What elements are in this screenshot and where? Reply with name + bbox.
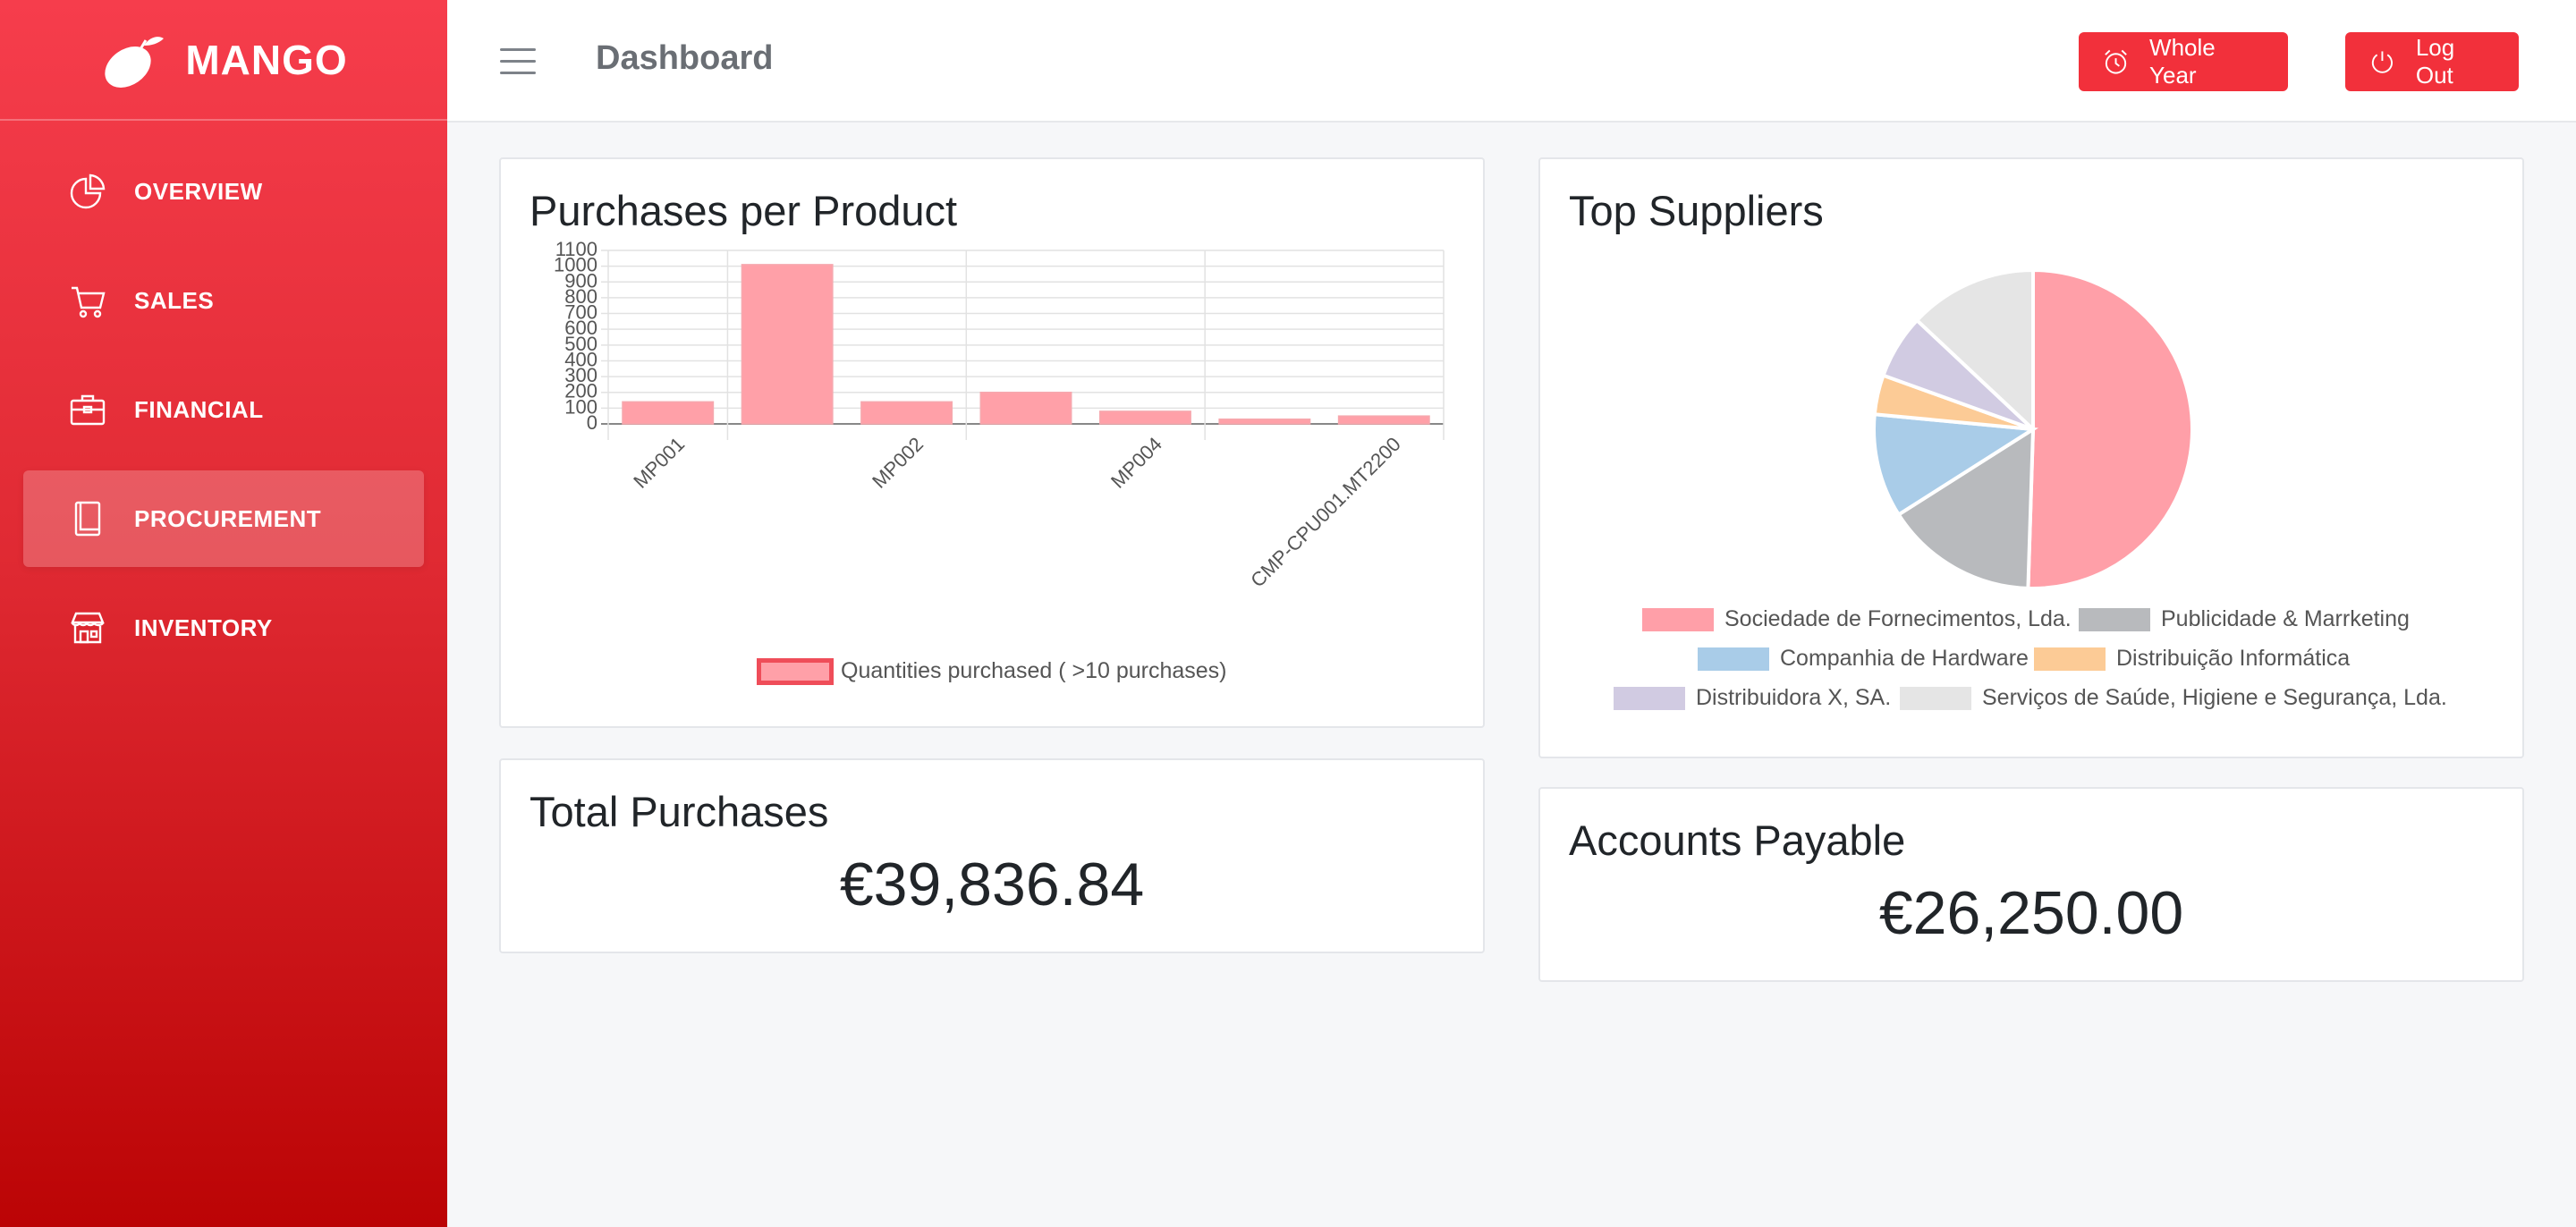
sidebar-item-label: FINANCIAL [134, 395, 264, 423]
legend-swatch [1642, 607, 1714, 631]
y-tick-label: 1100 [555, 238, 597, 260]
legend-label: Distribuição Informática [2116, 646, 2351, 671]
book-icon [68, 499, 107, 538]
total-purchases-card: Total Purchases €39,836.84 [499, 758, 1485, 953]
legend-swatch [2079, 607, 2150, 631]
log-out-label: Log Out [2415, 34, 2455, 89]
briefcase-icon [68, 390, 107, 429]
legend-label: Quantities purchased ( >10 purchases) [841, 658, 1227, 683]
purchases-per-product-card: Purchases per Product 0 100 200 300 400 500 60… [499, 157, 1485, 728]
purchases-bar-chart: 010020030040050060070080090010001100MP00… [554, 238, 1445, 592]
legend-label: Distribuidora X, SA. [1696, 685, 1892, 710]
sidebar-nav: OVERVIEW SALES FINANCIAL PROCUREMENT INV… [0, 121, 447, 676]
accounts-payable-card: Accounts Payable €26,250.00 [1538, 787, 2524, 982]
sidebar-item-inventory[interactable]: INVENTORY [23, 580, 424, 676]
card-title: Accounts Payable [1569, 817, 1906, 864]
pie-slice [2026, 267, 2194, 590]
alarm-clock-icon [2105, 49, 2127, 74]
x-tick-label: MP002 [868, 433, 928, 493]
bar [860, 401, 953, 425]
sidebar-item-label: OVERVIEW [134, 177, 263, 205]
bar [1218, 418, 1311, 425]
whole-year-button[interactable]: Whole Year [2079, 32, 2288, 91]
legend-swatch[interactable] [757, 658, 834, 685]
pie-legend-item[interactable]: Sociedade de Fornecimentos, Lda. [1642, 606, 2072, 632]
legend-label: Companhia de Hardware [1780, 646, 2029, 671]
x-tick-label: MP001 [629, 433, 689, 493]
bar [1337, 415, 1430, 425]
accounts-payable-value: €26,250.00 [1878, 879, 2184, 947]
mango-logo-icon [105, 36, 165, 88]
store-icon [68, 608, 107, 647]
log-out-button[interactable]: Log Out [2345, 32, 2519, 91]
sidebar-item-label: SALES [134, 286, 215, 314]
top-bar: Dashboard Whole Year Log Out [447, 0, 2576, 123]
power-icon [2371, 51, 2393, 73]
legend-label: Sociedade de Fornecimentos, Lda. [1724, 606, 2072, 631]
sidebar: MANGO OVERVIEW SALES FINANCIAL PROCUREME… [0, 0, 447, 1227]
hamburger-menu-icon[interactable] [500, 48, 536, 75]
card-title: Total Purchases [530, 788, 829, 835]
bar [622, 401, 715, 425]
legend-label: Publicidade & Marrketing [2161, 606, 2410, 631]
brand-name: MANGO [185, 36, 348, 83]
sidebar-item-label: INVENTORY [134, 614, 273, 641]
legend-swatch [1698, 647, 1769, 671]
legend-swatch [1614, 686, 1685, 710]
bar [979, 391, 1072, 425]
total-purchases-value: €39,836.84 [839, 850, 1145, 918]
legend-swatch [2034, 647, 2106, 671]
x-tick-label: CMP-CPU001.MT2200 [1246, 433, 1405, 592]
sidebar-item-procurement[interactable]: PROCUREMENT [23, 470, 424, 567]
brand[interactable]: MANGO [0, 0, 447, 121]
cart-icon [68, 281, 107, 320]
legend-label: Serviços de Saúde, Higiene e Segurança, … [1982, 685, 2447, 710]
pie-chart-icon [68, 172, 107, 211]
top-suppliers-card: Top Suppliers Sociedade de Fornecimentos… [1538, 157, 2524, 758]
sidebar-item-sales[interactable]: SALES [23, 252, 424, 349]
bar [741, 264, 834, 425]
bar [1098, 410, 1191, 425]
x-tick-label: MP004 [1106, 433, 1166, 493]
legend-swatch [1900, 686, 1971, 710]
pie-legend-item[interactable]: Serviços de Saúde, Higiene e Segurança, … [1900, 685, 2447, 711]
suppliers-pie-chart [1872, 267, 2194, 590]
sidebar-item-overview[interactable]: OVERVIEW [23, 143, 424, 240]
page-title: Dashboard [596, 39, 774, 77]
pie-legend-item[interactable]: Companhia de Hardware [1698, 646, 2029, 672]
whole-year-label: Whole Year [2149, 34, 2216, 89]
sidebar-item-label: PROCUREMENT [134, 504, 322, 532]
sidebar-item-financial[interactable]: FINANCIAL [23, 361, 424, 458]
pie-legend-item[interactable]: Distribuição Informática [2034, 646, 2350, 672]
pie-legend-item[interactable]: Publicidade & Marrketing [2079, 606, 2410, 632]
pie-legend-item[interactable]: Distribuidora X, SA. [1614, 685, 1891, 711]
